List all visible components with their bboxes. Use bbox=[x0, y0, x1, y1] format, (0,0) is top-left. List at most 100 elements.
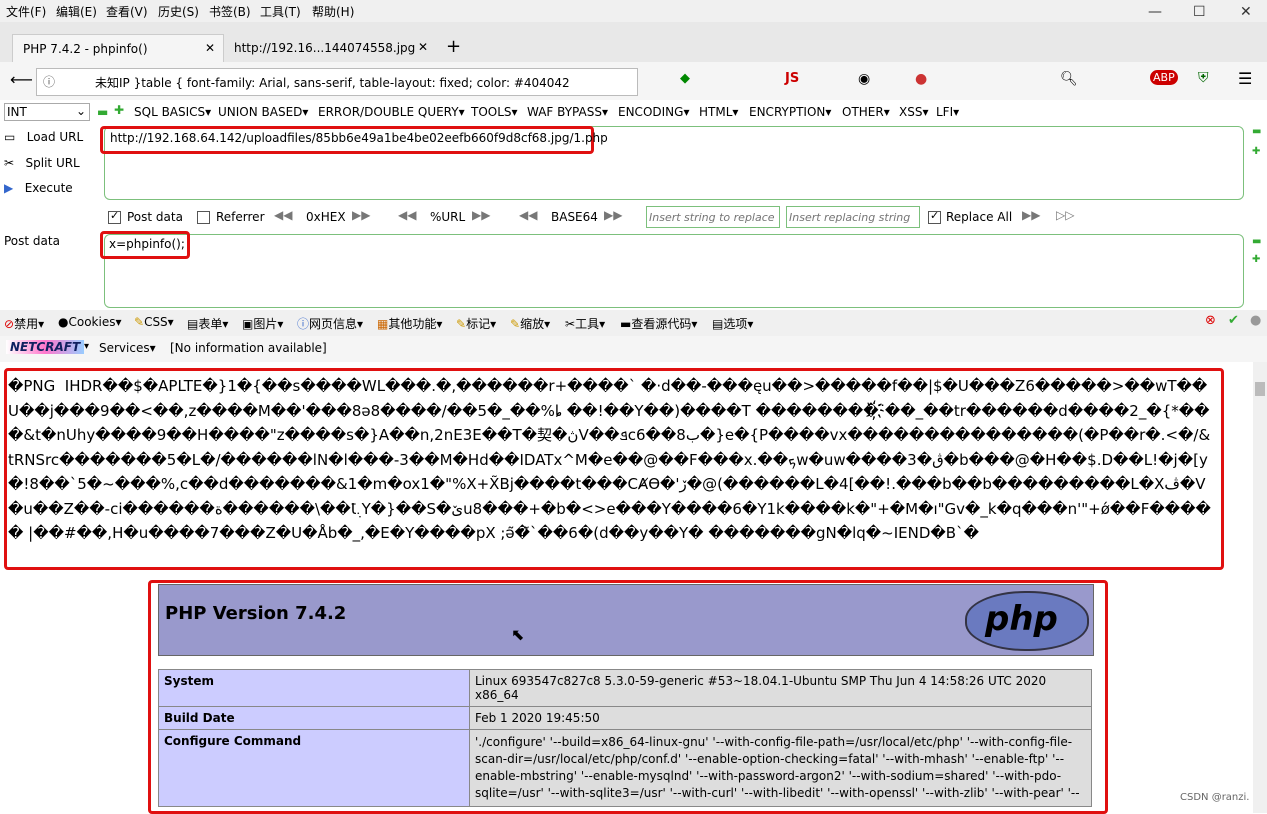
menu-bookmarks[interactable]: 书签(B) bbox=[209, 3, 251, 20]
row-key: System bbox=[158, 669, 470, 707]
post-data-textarea[interactable] bbox=[104, 234, 1244, 308]
encode-base64-arrow-icon[interactable]: ▶▶ bbox=[604, 208, 622, 222]
menu-file[interactable]: 文件(F) bbox=[6, 3, 46, 20]
menu-xss[interactable]: XSS▾ bbox=[899, 105, 928, 119]
options-icon: ▤ bbox=[712, 317, 724, 331]
resize-menu[interactable]: ✎缩放▾ bbox=[510, 315, 550, 332]
execute-button[interactable]: ▶ Execute bbox=[4, 181, 73, 195]
minus-icon[interactable]: ▬ bbox=[1252, 236, 1261, 247]
menu-html[interactable]: HTML▾ bbox=[699, 105, 738, 119]
tab-close-icon[interactable]: ✕ bbox=[418, 40, 428, 54]
options-menu[interactable]: ▤选项▾ bbox=[712, 315, 753, 332]
encode-url-arrow-icon[interactable]: ▶▶ bbox=[472, 208, 490, 222]
page-info-menu[interactable]: ⓘ网页信息▾ bbox=[297, 315, 363, 332]
plus-icon[interactable]: ✚ bbox=[114, 103, 124, 117]
row-value: Feb 1 2020 19:45:50 bbox=[469, 706, 1092, 730]
replace-arrow-icon[interactable]: ▶▶ bbox=[1022, 208, 1040, 222]
row-key: Build Date bbox=[158, 706, 470, 730]
replace-next-arrow-icon[interactable]: ▷▷ bbox=[1056, 208, 1074, 222]
menu-edit[interactable]: 编辑(E) bbox=[56, 3, 97, 20]
type-select-value: INT bbox=[7, 105, 27, 119]
forms-menu[interactable]: ▤表单▾ bbox=[187, 315, 228, 332]
tab-image[interactable]: http://192.16...144074558.jpg ✕ bbox=[226, 34, 436, 62]
decode-hex-arrow-icon[interactable]: ◀◀ bbox=[274, 208, 292, 222]
url-value: http://192.168.64.142/uploadfiles/85bb6e… bbox=[110, 131, 608, 145]
view-source-menu[interactable]: ▬查看源代码▾ bbox=[620, 315, 697, 332]
search-icon[interactable]: 🔍︎ bbox=[1060, 71, 1078, 87]
new-tab-icon[interactable]: + bbox=[446, 36, 461, 57]
php-addon-icon[interactable]: ◆ bbox=[680, 71, 690, 86]
menu-help[interactable]: 帮助(H) bbox=[312, 3, 354, 20]
resize-icon: ✎ bbox=[510, 317, 521, 331]
shield-icon[interactable]: ⛨ bbox=[1198, 70, 1209, 86]
url-enc-label: %URL bbox=[430, 210, 466, 224]
maximize-icon[interactable]: ☐ bbox=[1193, 4, 1206, 20]
js-icon[interactable]: JS bbox=[785, 71, 799, 86]
menu-lfi[interactable]: LFI▾ bbox=[936, 105, 959, 119]
load-url-label: Load URL bbox=[26, 130, 84, 144]
minus-icon[interactable]: ▬ bbox=[1252, 126, 1261, 137]
services-menu[interactable]: Services▾ bbox=[99, 341, 156, 355]
tools-menu[interactable]: ✂工具▾ bbox=[565, 315, 605, 332]
netcraft-info: [No information available] bbox=[170, 341, 327, 355]
encode-hex-arrow-icon[interactable]: ▶▶ bbox=[352, 208, 370, 222]
chevron-down-icon[interactable]: ▾ bbox=[84, 341, 89, 352]
hackbar: INT ⌄ ▬ ✚ SQL BASICS▾ UNION BASED▾ ERROR… bbox=[0, 100, 1267, 310]
load-url-button[interactable]: ▭ Load URL bbox=[4, 130, 83, 144]
status-circle-icon[interactable]: ● bbox=[1250, 313, 1261, 328]
menu-error-double-query[interactable]: ERROR/DOUBLE QUERY▾ bbox=[318, 105, 465, 119]
disable-menu[interactable]: ⊘禁用▾ bbox=[4, 315, 44, 332]
menu-encoding[interactable]: ENCODING▾ bbox=[618, 105, 689, 119]
referrer-label: Referrer bbox=[216, 210, 265, 224]
post-data-checkbox[interactable]: ✓ bbox=[108, 209, 121, 224]
disable-label: 禁用▾ bbox=[14, 317, 45, 331]
replace-all-label: Replace All bbox=[946, 210, 1013, 224]
menu-history[interactable]: 历史(S) bbox=[158, 3, 199, 20]
decode-base64-arrow-icon[interactable]: ◀◀ bbox=[519, 208, 537, 222]
referrer-checkbox[interactable] bbox=[197, 210, 210, 224]
misc-menu[interactable]: ▦其他功能▾ bbox=[377, 315, 442, 332]
css-menu[interactable]: ✎CSS▾ bbox=[134, 315, 174, 329]
address-bar[interactable]: ⓘ 未知IP }table { font-family: Arial, sans… bbox=[36, 68, 638, 96]
menu-sql-basics[interactable]: SQL BASICS▾ bbox=[134, 105, 211, 119]
hamburger-menu-icon[interactable]: ☰ bbox=[1238, 69, 1252, 88]
type-select[interactable]: INT ⌄ bbox=[4, 103, 90, 121]
error-icon[interactable]: ⊗ bbox=[1205, 313, 1216, 328]
images-menu[interactable]: ▣图片▾ bbox=[242, 315, 283, 332]
menu-bar: 文件(F) 编辑(E) 查看(V) 历史(S) 书签(B) 工具(T) 帮助(H… bbox=[0, 0, 1267, 22]
plus-icon[interactable]: ✚ bbox=[1252, 254, 1260, 265]
menu-encryption[interactable]: ENCRYPTION▾ bbox=[749, 105, 831, 119]
replace-all-checkbox[interactable]: ✓ bbox=[928, 209, 941, 224]
netcraft-logo[interactable]: NETCRAFT bbox=[6, 340, 85, 354]
configure-command-text: './configure' '--build=x86_64-linux-gnu'… bbox=[475, 735, 1080, 800]
menu-union-based[interactable]: UNION BASED▾ bbox=[218, 105, 308, 119]
info-icon[interactable]: ⓘ bbox=[43, 73, 55, 90]
minimize-icon[interactable]: — bbox=[1148, 4, 1162, 20]
menu-waf-bypass[interactable]: WAF BYPASS▾ bbox=[527, 105, 608, 119]
tab-close-icon[interactable]: ✕ bbox=[205, 41, 215, 55]
palette-icon[interactable]: ◉ bbox=[858, 71, 870, 87]
cookies-menu[interactable]: ●Cookies▾ bbox=[58, 315, 122, 329]
back-icon[interactable]: ⟵ bbox=[10, 70, 33, 89]
vertical-scrollbar[interactable] bbox=[1253, 362, 1267, 813]
resize-label: 缩放▾ bbox=[520, 317, 551, 331]
adblock-icon[interactable]: ABP bbox=[1150, 70, 1178, 85]
menu-view[interactable]: 查看(V) bbox=[106, 3, 148, 20]
menu-other[interactable]: OTHER▾ bbox=[842, 105, 890, 119]
insert-string-input[interactable] bbox=[646, 206, 780, 228]
replacing-string-input[interactable] bbox=[786, 206, 920, 228]
plus-icon[interactable]: ✚ bbox=[1252, 146, 1260, 157]
disable-icon: ⊘ bbox=[4, 317, 15, 331]
minus-icon[interactable]: ▬ bbox=[97, 105, 108, 119]
close-icon[interactable]: ✕ bbox=[1240, 4, 1252, 20]
check-icon[interactable]: ✔ bbox=[1228, 313, 1239, 328]
outline-menu[interactable]: ✎标记▾ bbox=[456, 315, 496, 332]
decode-url-arrow-icon[interactable]: ◀◀ bbox=[398, 208, 416, 222]
menu-tools[interactable]: 工具(T) bbox=[260, 3, 301, 20]
split-url-button[interactable]: ✂ Split URL bbox=[4, 156, 80, 170]
addon-icon[interactable]: ● bbox=[915, 71, 927, 87]
tab-phpinfo[interactable]: PHP 7.4.2 - phpinfo() ✕ bbox=[12, 34, 224, 63]
menu-tools[interactable]: TOOLS▾ bbox=[471, 105, 518, 119]
scrollbar-thumb[interactable] bbox=[1255, 382, 1265, 396]
play-icon: ▶ bbox=[4, 181, 14, 195]
